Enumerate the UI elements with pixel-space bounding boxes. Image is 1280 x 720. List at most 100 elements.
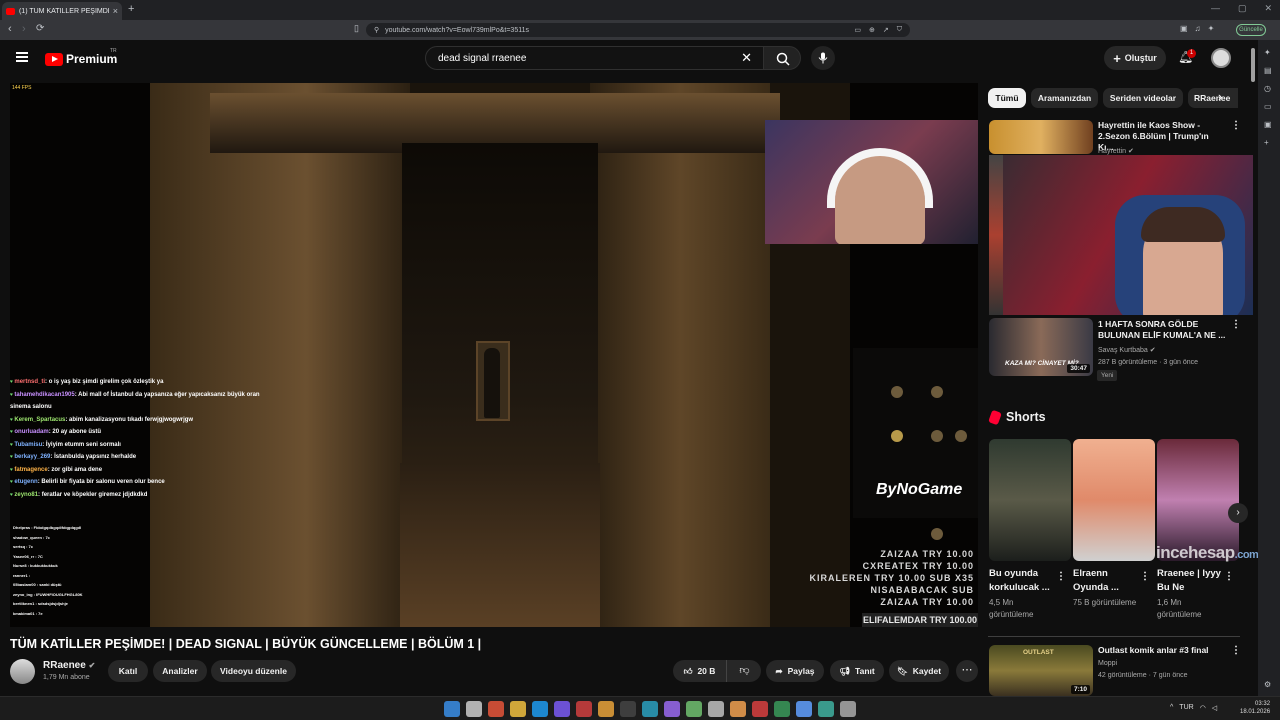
- related-thumbnail[interactable]: KAZA MI? CİNAYET Mİ? 30:47: [989, 318, 1093, 376]
- short-title[interactable]: Rraenee | Iyyy Bu Ne: [1157, 567, 1223, 595]
- search-button[interactable]: [763, 46, 801, 70]
- reload-icon[interactable]: ⟳: [36, 23, 44, 34]
- volume-icon[interactable]: ◁: [1212, 704, 1217, 712]
- taskbar-terminal-icon[interactable]: [620, 701, 636, 717]
- clear-search-icon[interactable]: ✕: [741, 50, 752, 66]
- short-menu-icon[interactable]: ⋮: [1224, 571, 1234, 582]
- taskbar-edge-icon[interactable]: [796, 701, 812, 717]
- short-thumbnail[interactable]: [1073, 439, 1155, 561]
- menu-icon[interactable]: [16, 52, 28, 62]
- taskbar-mail-icon[interactable]: [752, 701, 768, 717]
- taskbar-github-icon[interactable]: [708, 701, 724, 717]
- sidebar-add-icon[interactable]: +: [1264, 138, 1269, 147]
- minimize-icon[interactable]: —: [1211, 3, 1220, 14]
- taskbar-vscode-icon[interactable]: [818, 701, 834, 717]
- sidebar-ai-icon[interactable]: ✦: [1264, 48, 1271, 57]
- system-clock[interactable]: 03:32 18.01.2026: [1240, 700, 1270, 716]
- bookmark-icon[interactable]: ▯: [354, 23, 359, 34]
- new-tab-button[interactable]: +: [128, 3, 134, 15]
- share-icon[interactable]: ↗: [883, 26, 889, 34]
- edit-video-button[interactable]: Videoyu düzenle: [211, 660, 296, 682]
- channel-name[interactable]: RRaenee ✔: [43, 660, 95, 671]
- related-title[interactable]: Outlast komik anlar #3 final: [1098, 645, 1226, 656]
- chip-channel[interactable]: RRaenee: [1188, 88, 1238, 108]
- dislike-button[interactable]: 👎︎: [728, 660, 761, 682]
- create-button[interactable]: + Oluştur: [1104, 46, 1166, 70]
- related-title[interactable]: 1 HAFTA SONRA GÖLDE BULUNAN ELİF KUMAL'A…: [1098, 319, 1226, 341]
- promote-button[interactable]: 📢︎ Tanıt: [830, 660, 884, 682]
- wallet-icon[interactable]: ▣: [1180, 24, 1188, 33]
- taskbar-discord-icon[interactable]: [554, 701, 570, 717]
- taskbar-steam-icon[interactable]: [532, 701, 548, 717]
- taskbar-minecraft-icon[interactable]: [774, 701, 790, 717]
- video-player[interactable]: 144 FPS ByNoGame ZAIZAA TRY 10.00 CXREATE…: [10, 83, 978, 627]
- channel-avatar[interactable]: [10, 659, 35, 684]
- update-button[interactable]: Güncelle: [1236, 24, 1266, 36]
- join-button[interactable]: Katıl: [108, 660, 148, 682]
- more-actions-button[interactable]: ⋯: [956, 660, 978, 682]
- save-button[interactable]: 🔖︎ Kaydet: [889, 660, 949, 682]
- share-button[interactable]: ➦ Paylaş: [766, 660, 824, 682]
- tray-chevron-icon[interactable]: ^: [1170, 704, 1173, 712]
- zoom-icon[interactable]: ⊕: [869, 26, 875, 34]
- browser-tab[interactable]: (1) TÜM KATİLLER PEŞİMDE! | DE ×: [2, 2, 122, 20]
- url-input[interactable]: ⚲ youtube.com/watch?v=Eowl739mlPo&t=3511…: [366, 23, 910, 37]
- related-menu-icon[interactable]: ⋮: [1231, 645, 1241, 656]
- chat-username: fatmagence: [14, 466, 48, 473]
- taskbar-brave-icon[interactable]: [488, 701, 504, 717]
- taskbar-obs-icon[interactable]: [642, 701, 658, 717]
- chat-text: : Belirli bir fiyata bir salonu veren ol…: [37, 479, 165, 485]
- short-thumbnail[interactable]: [989, 439, 1071, 561]
- tray-lang[interactable]: TUR: [1179, 704, 1193, 712]
- ai-icon[interactable]: ✦: [1208, 24, 1215, 33]
- wifi-icon[interactable]: ◠: [1200, 704, 1206, 712]
- related-menu-icon[interactable]: ⋮: [1231, 120, 1241, 131]
- shield-icon[interactable]: ⛉: [897, 26, 902, 34]
- account-avatar[interactable]: [1211, 48, 1231, 68]
- taskbar-spotify-icon[interactable]: [730, 701, 746, 717]
- short-menu-icon[interactable]: ⋮: [1140, 571, 1150, 582]
- related-thumbnail[interactable]: OUTLAST 7:10: [989, 645, 1093, 696]
- short-menu-icon[interactable]: ⋮: [1056, 571, 1066, 582]
- taskbar-chatgpt-icon[interactable]: [686, 701, 702, 717]
- mini-chat-message: zeyno_ing : IFUWHFIOUGLFHGL80K: [13, 591, 83, 597]
- chat-text: : zor gibi ama dene: [47, 466, 103, 473]
- taskbar-calendar-icon[interactable]: [576, 701, 592, 717]
- chip-from-search[interactable]: Aramanızdan: [1031, 88, 1098, 108]
- chevron-right-icon[interactable]: ›: [1218, 89, 1222, 104]
- sidebar-history-icon[interactable]: ◷: [1264, 84, 1271, 93]
- taskbar-misc-icon[interactable]: [840, 701, 856, 717]
- like-button[interactable]: 👍︎ 20 B: [673, 660, 727, 682]
- sidebar-bookmarks-icon[interactable]: ▤: [1264, 66, 1272, 75]
- taskbar-search-icon[interactable]: [466, 701, 482, 717]
- chip-series[interactable]: Seriden videolar: [1103, 88, 1183, 108]
- screen-icon[interactable]: ▭: [854, 26, 861, 34]
- taskbar-vlc-icon[interactable]: [598, 701, 614, 717]
- back-icon[interactable]: ‹: [8, 23, 12, 35]
- short-title[interactable]: Elraenn Oyunda ...: [1073, 567, 1139, 595]
- sidebar-wallet-icon[interactable]: ▣: [1264, 120, 1272, 129]
- youtube-logo[interactable]: Premium: [45, 52, 117, 66]
- related-menu-icon[interactable]: ⋮: [1231, 319, 1241, 330]
- taskbar-start-icon[interactable]: [444, 701, 460, 717]
- maximize-icon[interactable]: ▢: [1238, 3, 1247, 14]
- forward-icon[interactable]: ›: [22, 23, 26, 35]
- related-thumbnail[interactable]: [989, 120, 1093, 154]
- short-title[interactable]: Bu oyunda korkulucak ...: [989, 567, 1055, 595]
- shorts-title: Shorts: [1006, 410, 1046, 424]
- taskbar-twitch-icon[interactable]: [664, 701, 680, 717]
- chat-text: : o iş yaş biz şimdi girelim çok özleşti…: [45, 379, 164, 385]
- tab-close-icon[interactable]: ×: [113, 6, 118, 16]
- search-input[interactable]: dead signal rraenee ✕: [425, 46, 765, 70]
- shorts-next-button[interactable]: ›: [1228, 503, 1248, 523]
- voice-search-button[interactable]: [811, 46, 835, 70]
- page-scrollbar[interactable]: [1250, 44, 1256, 694]
- sidebar-notes-icon[interactable]: ▭: [1264, 102, 1272, 111]
- sidebar-settings-icon[interactable]: ⚙: [1264, 680, 1271, 689]
- taskbar-files-icon[interactable]: [510, 701, 526, 717]
- chip-all[interactable]: Tümü: [988, 88, 1026, 108]
- music-icon[interactable]: ♫: [1195, 24, 1201, 33]
- close-window-icon[interactable]: ✕: [1264, 3, 1272, 14]
- analytics-button[interactable]: Analizler: [153, 660, 207, 682]
- site-info-icon[interactable]: ⚲: [374, 26, 379, 34]
